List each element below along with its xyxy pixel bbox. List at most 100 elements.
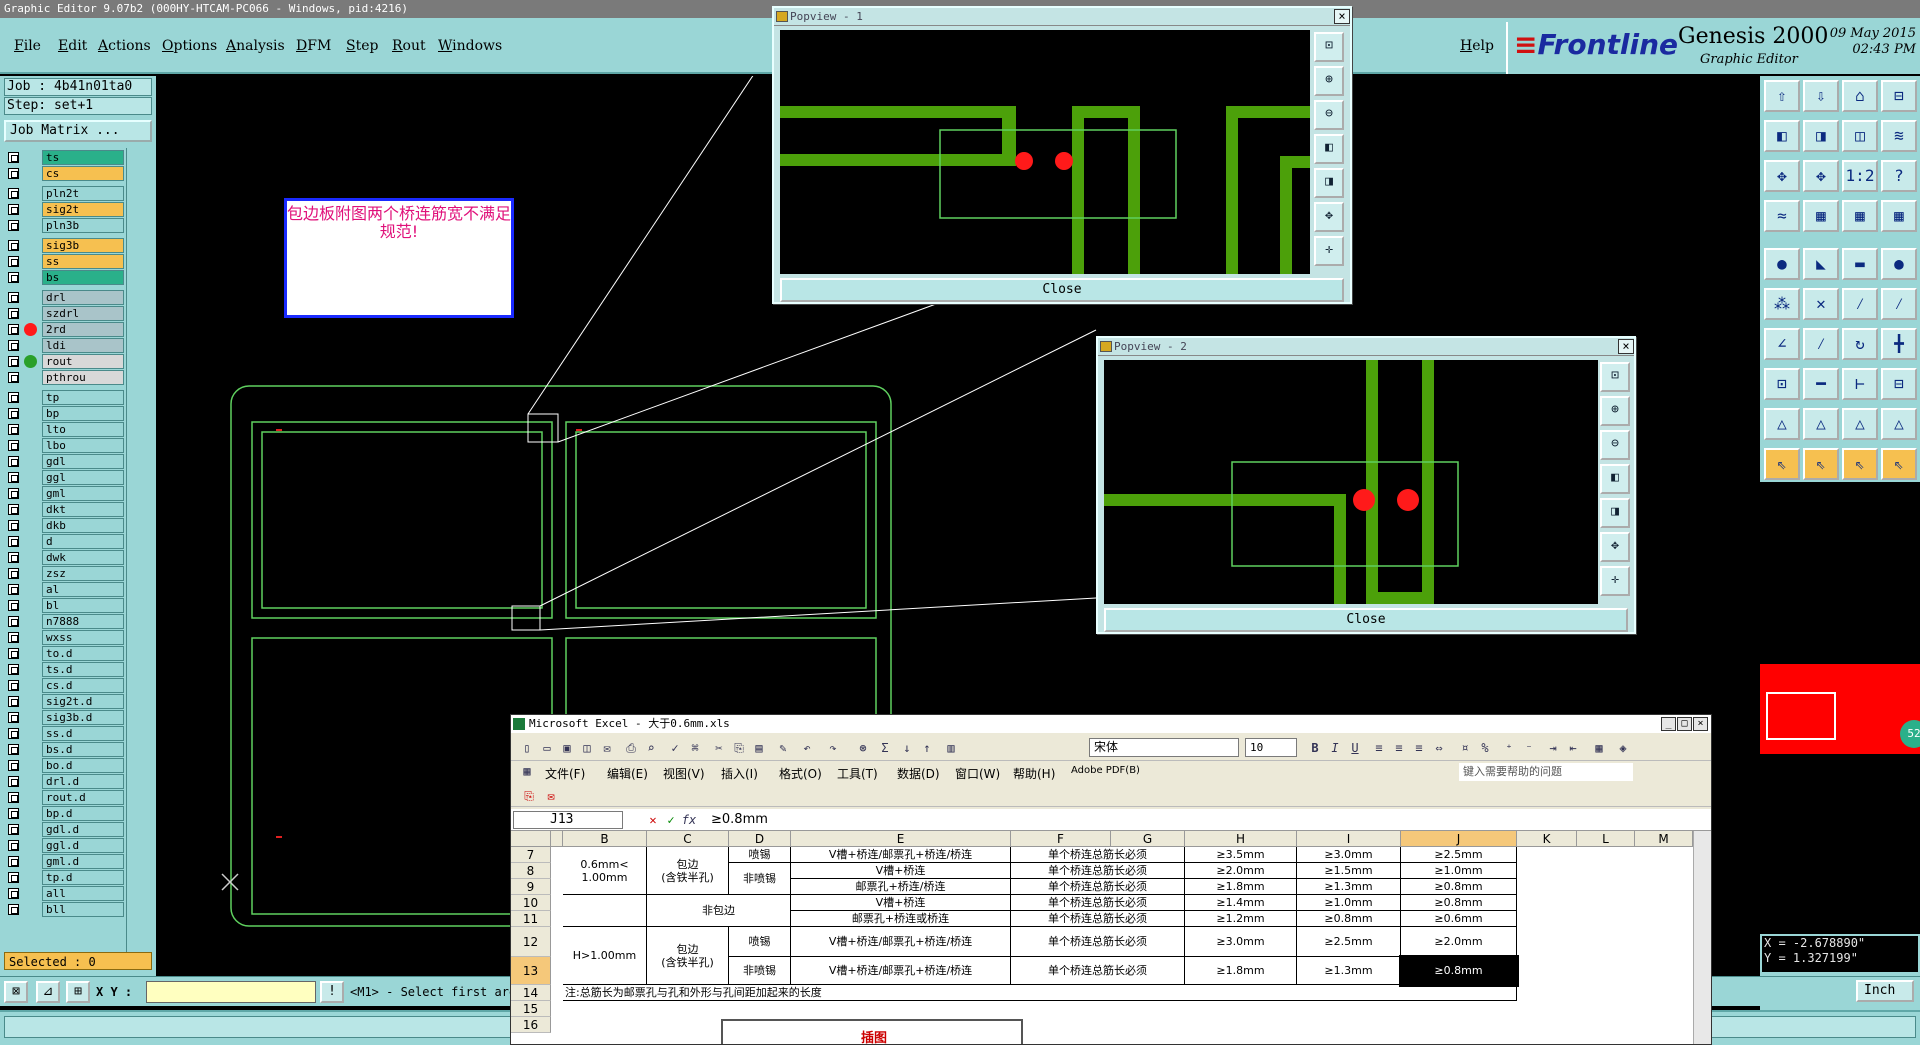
increase-decimal-icon[interactable]: ⁺: [1501, 740, 1517, 756]
layer-row[interactable]: rout.d: [4, 790, 124, 805]
layer-name[interactable]: dkb: [42, 518, 124, 533]
pan-left-icon[interactable]: ◧: [1314, 134, 1344, 164]
decrease-decimal-icon[interactable]: ⁻: [1521, 740, 1537, 756]
table-cell[interactable]: H>1.00mm: [563, 927, 647, 985]
table-cell[interactable]: ≥1.3mm: [1297, 957, 1401, 985]
layer-row[interactable]: dkb: [4, 518, 124, 533]
wave-icon[interactable]: ≋: [1881, 120, 1917, 152]
layer-checkbox[interactable]: [8, 808, 19, 819]
table-cell[interactable]: V槽+桥连: [791, 863, 1011, 879]
table-cell[interactable]: ≥1.3mm: [1297, 879, 1401, 895]
layer-checkbox[interactable]: [8, 188, 19, 199]
layer-name[interactable]: tp.d: [42, 870, 124, 885]
popview-2-canvas[interactable]: [1104, 360, 1598, 604]
font-size-select[interactable]: 10: [1245, 738, 1297, 757]
layer-row[interactable]: zsz: [4, 566, 124, 581]
layer-checkbox[interactable]: [8, 728, 19, 739]
box-icon[interactable]: ⊡: [1764, 368, 1800, 400]
xl-menu-file[interactable]: 文件(F): [545, 765, 585, 782]
layer-name[interactable]: to.d: [42, 646, 124, 661]
layer-name[interactable]: gdl: [42, 454, 124, 469]
layer-checkbox[interactable]: [8, 856, 19, 867]
cut-icon[interactable]: ✂: [711, 740, 727, 756]
column-header[interactable]: E: [791, 831, 1011, 847]
cross-icon[interactable]: ╋: [1881, 328, 1917, 360]
layer-row[interactable]: 2rd: [4, 322, 124, 337]
layer-row[interactable]: dkt: [4, 502, 124, 517]
layer-name[interactable]: gdl.d: [42, 822, 124, 837]
vertical-scrollbar[interactable]: [1693, 831, 1711, 1044]
layer-row[interactable]: bs: [4, 270, 124, 285]
chart-wizard-icon[interactable]: ▥: [943, 740, 959, 756]
shift-up-icon[interactable]: ⇧: [1764, 80, 1800, 112]
layer-name[interactable]: sig3b: [42, 238, 124, 253]
layer-checkbox[interactable]: [8, 256, 19, 267]
layer-checkbox[interactable]: [8, 776, 19, 787]
layer-name[interactable]: bp.d: [42, 806, 124, 821]
layer-name[interactable]: lto: [42, 422, 124, 437]
layer-name[interactable]: szdrl: [42, 306, 124, 321]
table-cell[interactable]: V槽+桥连: [791, 895, 1011, 911]
xl-menu-adobe-pdf[interactable]: Adobe PDF(B): [1071, 765, 1140, 776]
triangle-icon[interactable]: △: [1881, 408, 1917, 440]
column-header[interactable]: C: [647, 831, 729, 847]
layer-row[interactable]: al: [4, 582, 124, 597]
layer-row[interactable]: ts.d: [4, 662, 124, 677]
layer-checkbox[interactable]: [8, 152, 19, 163]
layer-row[interactable]: ss.d: [4, 726, 124, 741]
table-cell[interactable]: V槽+桥连/邮票孔+桥连/桥连: [791, 927, 1011, 957]
table-cell[interactable]: 单个桥连总筋长必须: [1011, 847, 1185, 863]
layer-row[interactable]: sig3b: [4, 238, 124, 253]
table-cell[interactable]: 非喷锡: [729, 863, 791, 895]
layer-name[interactable]: rout: [42, 354, 124, 369]
layer-row[interactable]: lbo: [4, 438, 124, 453]
popview-2-close-icon[interactable]: ×: [1618, 339, 1634, 354]
split-icon[interactable]: ◫: [1842, 120, 1878, 152]
layer-row[interactable]: cs.d: [4, 678, 124, 693]
layer-row[interactable]: bo.d: [4, 758, 124, 773]
layer-checkbox[interactable]: [8, 220, 19, 231]
layer-name[interactable]: gml: [42, 486, 124, 501]
table-cell[interactable]: 包边 (含铁半孔): [647, 847, 729, 895]
layer-name[interactable]: gml.d: [42, 854, 124, 869]
xl-menu-tools[interactable]: 工具(T): [837, 765, 878, 782]
layer-name[interactable]: bl: [42, 598, 124, 613]
route-icon[interactable]: ≈: [1764, 200, 1800, 232]
insert-function-icon[interactable]: fx: [681, 812, 697, 828]
table-cell[interactable]: 单个桥连总筋长必须: [1011, 895, 1185, 911]
menu-step[interactable]: Step: [346, 38, 378, 54]
layer-checkbox[interactable]: [8, 648, 19, 659]
layer-name[interactable]: lbo: [42, 438, 124, 453]
table-cell[interactable]: ≥1.0mm: [1401, 863, 1517, 879]
layer-row[interactable]: sig2t: [4, 202, 124, 217]
merge-center-icon[interactable]: ⇔: [1431, 740, 1447, 756]
layer-row[interactable]: ldi: [4, 338, 124, 353]
layer-checkbox[interactable]: [8, 552, 19, 563]
print-icon[interactable]: ⎙: [623, 740, 639, 756]
layer-row[interactable]: bl: [4, 598, 124, 613]
popview-1-canvas[interactable]: [780, 30, 1310, 274]
bold-icon[interactable]: B: [1307, 740, 1323, 756]
layer-name[interactable]: sig2t.d: [42, 694, 124, 709]
minimize-icon[interactable]: _: [1661, 717, 1676, 731]
table-cell[interactable]: 注:总筋长为邮票孔与孔和外形与孔间距加起来的长度: [563, 985, 1517, 1001]
table-cell[interactable]: 0.6mm< 1.00mm: [563, 847, 647, 895]
table-cell[interactable]: ≥0.6mm: [1401, 911, 1517, 927]
row-header[interactable]: 7: [511, 847, 551, 863]
corner-icon[interactable]: ◣: [1803, 248, 1839, 280]
minus-icon[interactable]: ━: [1803, 368, 1839, 400]
layer-checkbox[interactable]: [8, 664, 19, 675]
hyperlink-icon[interactable]: ⊛: [855, 740, 871, 756]
rotate-icon[interactable]: ↻: [1842, 328, 1878, 360]
layer-checkbox[interactable]: [8, 536, 19, 547]
table-cell[interactable]: ≥2.0mm: [1185, 863, 1297, 879]
job-matrix-button[interactable]: Job Matrix ...: [4, 120, 152, 142]
popview-1-close-icon[interactable]: ×: [1334, 9, 1350, 24]
column-header[interactable]: L: [1577, 831, 1635, 847]
xl-menu-window[interactable]: 窗口(W): [955, 765, 1000, 782]
center-icon[interactable]: ✛: [1600, 566, 1630, 596]
zoom-out-icon[interactable]: ⊖: [1314, 100, 1344, 130]
zoom-home-icon[interactable]: ⊡: [1314, 32, 1344, 62]
layer-checkbox[interactable]: [8, 904, 19, 915]
layer-checkbox[interactable]: [8, 324, 19, 335]
